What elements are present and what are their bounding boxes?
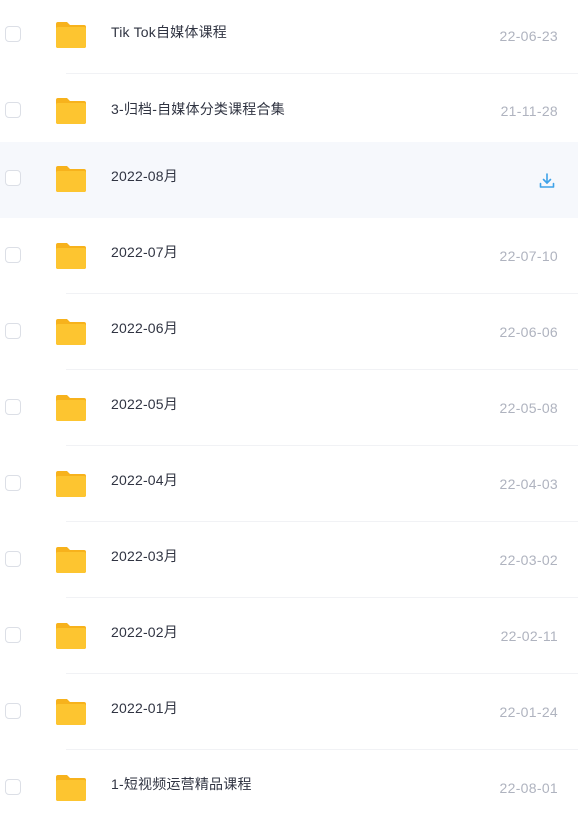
file-row-hovered[interactable]: 2022-08月 <box>0 142 578 218</box>
modified-date: 22-04-03 <box>499 476 558 492</box>
modified-date: 22-01-24 <box>499 704 558 720</box>
folder-name[interactable]: 2022-02月 <box>111 622 178 642</box>
file-row[interactable]: 3-归档-自媒体分类课程合集 21-11-28 <box>0 72 578 148</box>
modified-date: 21-11-28 <box>500 103 558 119</box>
folder-name[interactable]: 1-短视频运营精品课程 <box>111 774 252 794</box>
folder-icon[interactable] <box>54 545 88 575</box>
modified-date: 22-06-06 <box>499 324 558 340</box>
folder-name[interactable]: 2022-08月 <box>111 166 178 186</box>
file-list: Tik Tok自媒体课程 22-06-23 3-归档-自媒体分类课程合集 21-… <box>0 0 588 832</box>
file-row[interactable]: Tik Tok自媒体课程 22-06-23 <box>0 0 578 74</box>
row-checkbox[interactable] <box>5 475 21 491</box>
file-row[interactable]: 2022-01月 22-01-24 <box>0 674 578 750</box>
file-row[interactable]: 2022-05月 22-05-08 <box>0 370 578 446</box>
file-row[interactable]: 2022-03月 22-03-02 <box>0 522 578 598</box>
modified-date: 22-02-11 <box>500 628 558 644</box>
row-checkbox[interactable] <box>5 551 21 567</box>
row-checkbox[interactable] <box>5 703 21 719</box>
folder-name[interactable]: 2022-06月 <box>111 318 178 338</box>
row-checkbox[interactable] <box>5 627 21 643</box>
modified-date: 22-07-10 <box>499 248 558 264</box>
file-row[interactable]: 1-短视频运营精品课程 22-08-01 <box>0 750 578 826</box>
folder-icon[interactable] <box>54 697 88 727</box>
folder-name[interactable]: 2022-01月 <box>111 698 178 718</box>
row-checkbox[interactable] <box>5 323 21 339</box>
folder-name[interactable]: 2022-04月 <box>111 470 178 490</box>
folder-name[interactable]: Tik Tok自媒体课程 <box>111 22 227 42</box>
folder-name[interactable]: 3-归档-自媒体分类课程合集 <box>111 99 285 119</box>
row-checkbox[interactable] <box>5 102 21 118</box>
row-checkbox[interactable] <box>5 247 21 263</box>
row-checkbox[interactable] <box>5 26 21 42</box>
folder-icon[interactable] <box>54 241 88 271</box>
row-checkbox[interactable] <box>5 779 21 795</box>
file-row[interactable]: 2022-06月 22-06-06 <box>0 294 578 370</box>
file-row[interactable]: 2022-07月 22-07-10 <box>0 218 578 294</box>
file-row[interactable]: 2022-02月 22-02-11 <box>0 598 578 674</box>
row-checkbox[interactable] <box>5 399 21 415</box>
modified-date: 22-06-23 <box>499 28 558 44</box>
folder-icon[interactable] <box>54 96 88 126</box>
folder-icon[interactable] <box>54 773 88 803</box>
file-row[interactable]: 2022-04月 22-04-03 <box>0 446 578 522</box>
folder-icon[interactable] <box>54 621 88 651</box>
folder-name[interactable]: 2022-03月 <box>111 546 178 566</box>
modified-date: 22-08-01 <box>499 780 558 796</box>
modified-date: 22-03-02 <box>499 552 558 568</box>
folder-name[interactable]: 2022-07月 <box>111 242 178 262</box>
modified-date: 22-05-08 <box>499 400 558 416</box>
folder-icon[interactable] <box>54 20 88 50</box>
folder-icon[interactable] <box>54 317 88 347</box>
folder-name[interactable]: 2022-05月 <box>111 394 178 414</box>
folder-icon[interactable] <box>54 164 88 194</box>
folder-icon[interactable] <box>54 393 88 423</box>
row-checkbox[interactable] <box>5 170 21 186</box>
download-icon[interactable] <box>538 172 556 190</box>
folder-icon[interactable] <box>54 469 88 499</box>
